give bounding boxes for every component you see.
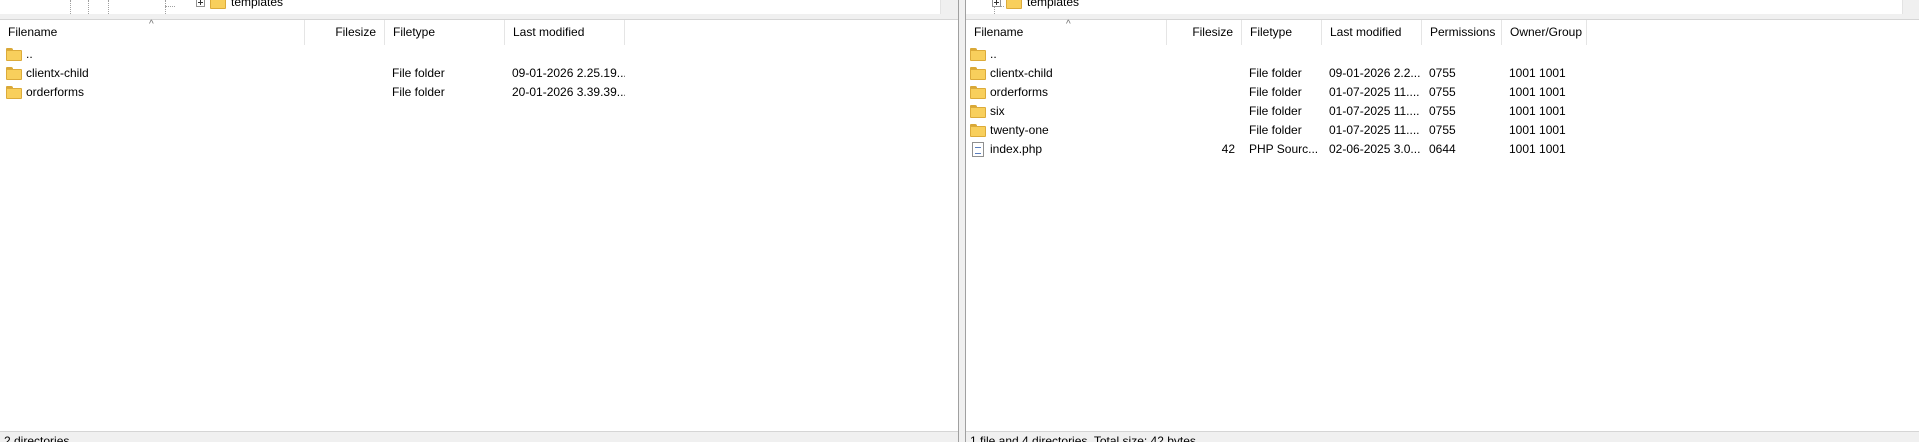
file-name: orderforms [990,85,1049,99]
file-modified: 01-07-2025 11.... [1329,85,1420,99]
table-row[interactable]: .. [0,45,958,64]
file-owner-group: 1001 1001 [1509,104,1566,118]
remote-status-bar: 1 file and 4 directories. Total size: 42… [966,431,1919,442]
file-modified: 01-07-2025 11.... [1329,104,1420,118]
file-permissions: 0755 [1429,123,1456,137]
file-type: File folder [1249,123,1302,137]
file-name: clientx-child [26,66,89,80]
local-column-filename[interactable]: Filename [0,20,305,45]
file-modified: 09-01-2026 2.25.19... [512,66,625,80]
remote-column-permissions[interactable]: Permissions [1422,20,1502,45]
file-type: File folder [392,85,445,99]
remote-file-pane: templates ^ Filename Filesize Filetype L… [965,0,1919,442]
table-row[interactable]: twenty-one File folder 01-07-2025 11....… [966,121,1919,140]
file-modified: 02-06-2025 3.0... [1329,142,1421,156]
tree-scrollbar[interactable] [940,0,958,14]
folder-icon [210,0,226,9]
file-permissions: 0644 [1429,142,1456,156]
local-list-header: ^ Filename Filesize Filetype Last modifi… [0,20,958,45]
file-type: File folder [1249,66,1302,80]
file-owner-group: 1001 1001 [1509,66,1566,80]
expand-icon[interactable] [196,0,205,7]
table-row[interactable]: orderforms File folder 01-07-2025 11....… [966,83,1919,102]
tree-scrollbar[interactable] [1902,0,1919,14]
local-file-pane: templates ^ Filename Filesize Filetype L… [0,0,959,442]
folder-icon [970,105,986,118]
file-name: twenty-one [990,123,1049,137]
folder-icon [970,48,986,61]
file-type: File folder [1249,104,1302,118]
remote-tree-node-templates[interactable]: templates [992,0,1079,9]
file-modified: 01-07-2025 11.... [1329,123,1420,137]
file-name: six [990,104,1005,118]
file-owner-group: 1001 1001 [1509,142,1566,156]
remote-directory-tree[interactable]: templates [966,0,1919,14]
tree-node-label: templates [1027,0,1080,9]
ftp-client-window: templates ^ Filename Filesize Filetype L… [0,0,1919,442]
remote-file-list[interactable]: .. clientx-child File folder 09-01-2026 … [966,45,1919,159]
file-permissions: 0755 [1429,66,1456,80]
file-name: orderforms [26,85,85,99]
remote-column-owner-group[interactable]: Owner/Group [1502,20,1587,45]
expand-icon[interactable] [992,0,1001,7]
folder-icon [970,67,986,80]
local-file-list[interactable]: .. clientx-child File folder 09-01-2026 … [0,45,958,102]
local-directory-tree[interactable]: templates [0,0,958,14]
table-row[interactable]: clientx-child File folder 09-01-2026 2.2… [966,64,1919,83]
file-modified: 20-01-2026 3.39.39... [512,85,625,99]
file-type: File folder [392,66,445,80]
table-row[interactable]: clientx-child File folder 09-01-2026 2.2… [0,64,958,83]
folder-icon [970,124,986,137]
local-column-last-modified[interactable]: Last modified [505,20,625,45]
file-name: .. [26,47,33,61]
file-modified: 09-01-2026 2.2... [1329,66,1421,80]
local-status-bar: 2 directories [0,431,958,442]
remote-list-header: ^ Filename Filesize Filetype Last modifi… [966,20,1919,45]
table-row[interactable]: orderforms File folder 20-01-2026 3.39.3… [0,83,958,102]
remote-column-filetype[interactable]: Filetype [1242,20,1322,45]
remote-column-filename[interactable]: Filename [966,20,1167,45]
folder-icon [6,86,22,99]
file-type: File folder [1249,85,1302,99]
table-row[interactable]: six File folder 01-07-2025 11.... 0755 1… [966,102,1919,121]
file-name: clientx-child [990,66,1053,80]
folder-icon [1006,0,1022,9]
php-file-icon [972,142,984,157]
status-text: 2 directories [4,434,70,442]
file-name: index.php [990,142,1043,156]
file-type: PHP Sourc... [1249,142,1319,156]
file-name: .. [990,47,997,61]
file-owner-group: 1001 1001 [1509,123,1566,137]
file-owner-group: 1001 1001 [1509,85,1566,99]
local-column-filesize[interactable]: Filesize [305,20,385,45]
table-row[interactable]: index.php 42 PHP Sourc... 02-06-2025 3.0… [966,140,1919,159]
status-text: 1 file and 4 directories. Total size: 42… [970,434,1196,442]
folder-icon [970,86,986,99]
remote-column-filesize[interactable]: Filesize [1167,20,1242,45]
file-size: 42 [1221,142,1235,156]
local-column-filetype[interactable]: Filetype [385,20,505,45]
file-permissions: 0755 [1429,104,1456,118]
folder-icon [6,67,22,80]
folder-icon [6,48,22,61]
tree-node-label: templates [231,0,284,9]
file-permissions: 0755 [1429,85,1456,99]
table-row[interactable]: .. [966,45,1919,64]
remote-column-last-modified[interactable]: Last modified [1322,20,1422,45]
local-tree-node-templates[interactable]: templates [196,0,283,9]
